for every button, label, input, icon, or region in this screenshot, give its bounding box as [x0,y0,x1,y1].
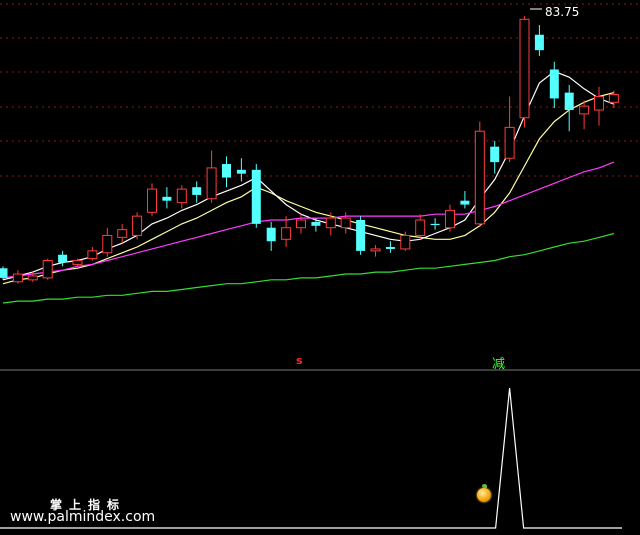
candle-body [356,220,366,251]
candle-7 [102,227,113,257]
candle-10 [147,183,157,217]
candle-body [87,250,98,260]
candle-body [192,187,202,195]
candle-6 [87,247,98,261]
candle-body [430,223,440,226]
candle-body [147,188,157,213]
candle-body [58,254,68,263]
candle-body [222,164,231,178]
candle-body [474,130,485,225]
candle-body [445,209,455,229]
ma-line-2 [2,161,615,279]
grid-lines [0,3,640,177]
candle-body [579,105,590,115]
candle-body [370,248,381,252]
candle-15 [222,156,231,188]
candle-4 [58,250,68,267]
candle-37 [549,61,559,109]
candle-13 [192,181,202,203]
candle-body [27,275,38,281]
candle-body [102,234,113,254]
candle-body [132,215,143,236]
candle-8 [117,223,128,244]
candle-14 [206,150,217,203]
candle-26 [385,241,395,253]
candle-body [534,34,544,51]
candle-body [340,217,351,229]
candle-34 [504,96,515,163]
candle-body [519,18,530,119]
candle-21 [311,218,321,232]
candle-body [490,146,500,163]
candle-24 [356,216,366,255]
leaf-icon [482,484,487,488]
candle-18 [266,221,276,251]
candle-body [176,188,187,204]
candle-body [0,268,8,278]
candle-body [236,169,246,174]
candle-body [311,221,321,226]
candle-body [206,167,217,200]
candle-body [549,69,559,99]
candle-23 [340,212,351,234]
candle-38 [564,84,574,132]
candle-body [460,200,470,205]
candle-1 [12,270,23,284]
candle-28 [415,214,426,240]
candle-3 [42,258,53,280]
candle-17 [251,164,261,228]
candle-39 [579,100,590,130]
watermark-url: www.palmindex.com [10,509,156,525]
candle-body [400,234,411,250]
signal-s-label: s [296,354,303,367]
candle-31 [460,191,470,209]
signal-reduce-label: 减 [492,357,506,372]
coin-icon [477,488,491,502]
candle-11 [162,187,172,209]
peak-annotation: 83.75 [530,5,579,19]
candle-body [281,227,292,240]
candle-body [564,92,574,110]
candle-body [415,219,426,236]
candle-body [608,94,619,103]
candle-body [72,260,83,265]
candlestick-series [0,16,619,284]
candle-body [504,126,515,159]
candle-36 [534,25,544,56]
candle-body [117,229,128,238]
peak-label: 83.75 [545,5,579,19]
candle-body [42,260,53,279]
candle-body [296,219,306,229]
candle-12 [176,185,187,209]
candle-30 [445,204,455,232]
candle-32 [474,121,485,226]
chart-canvas: 83.75 [0,3,640,529]
candle-body [12,273,23,283]
candle-35 [519,16,530,128]
candle-16 [236,158,246,182]
candle-body [325,217,336,229]
candle-40 [594,86,604,126]
candle-19 [281,216,292,248]
candle-25 [370,245,381,257]
candle-9 [132,212,143,240]
candle-body [385,247,395,249]
candle-0 [0,266,8,280]
candle-body [162,196,172,201]
ma-line-3 [2,232,615,304]
candle-body [594,95,604,111]
candle-body [251,169,261,224]
candle-20 [296,214,306,234]
candle-29 [430,218,440,230]
candle-33 [490,140,500,174]
candle-body [266,227,276,242]
